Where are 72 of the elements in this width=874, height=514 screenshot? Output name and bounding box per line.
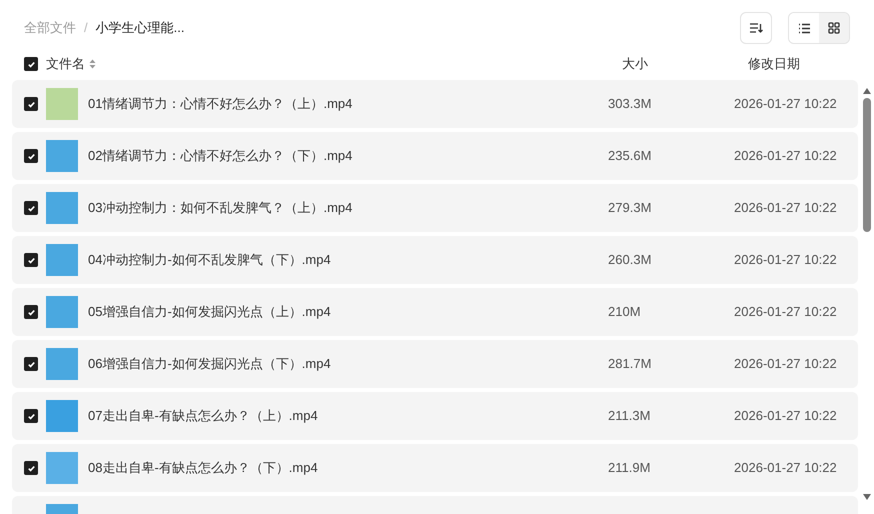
check-icon — [26, 412, 36, 420]
sort-icon — [749, 22, 763, 34]
checkbox[interactable] — [24, 357, 38, 371]
file-row[interactable]: 01情绪调节力：心情不好怎么办？（上）.mp4 303.3M 2026-01-27 10:22 — [12, 80, 858, 128]
video-thumbnail — [46, 348, 78, 380]
file-row[interactable]: 03冲动控制力：如何不乱发脾气？（上）.mp4 279.3M 2026-01-27 10:22 — [12, 184, 858, 232]
sort-button[interactable] — [740, 12, 772, 44]
scrollbar-thumb[interactable] — [863, 98, 872, 232]
checkbox[interactable] — [24, 149, 38, 163]
video-thumbnail — [46, 400, 78, 432]
check-icon — [26, 152, 36, 160]
file-name[interactable]: 07走出自卑-有缺点怎么办？（上）.mp4 — [88, 406, 318, 426]
modified-date: 2026-01-27 10:22 — [734, 459, 838, 478]
list-icon — [798, 22, 810, 34]
check-icon — [26, 256, 36, 264]
grid-icon — [828, 22, 840, 34]
video-thumbnail — [46, 88, 78, 120]
check-icon — [26, 360, 36, 368]
file-row[interactable]: 02情绪调节力：心情不好怎么办？（下）.mp4 235.6M 2026-01-27 10:22 — [12, 132, 858, 180]
modified-date: 2026-01-27 10:22 — [734, 147, 838, 166]
file-name[interactable]: 03冲动控制力：如何不乱发脾气？（上）.mp4 — [88, 198, 352, 218]
column-header[interactable]: 文件名 — [46, 54, 85, 74]
file-size: 211.9M — [608, 459, 652, 478]
check-icon — [26, 204, 36, 212]
check-icon — [26, 464, 36, 472]
checkbox[interactable] — [24, 57, 38, 71]
video-thumbnail — [46, 140, 78, 172]
file-size: 235.6M — [608, 147, 652, 166]
file-row[interactable]: 07走出自卑-有缺点怎么办？（上）.mp4 211.3M 2026-01-27 10:22 — [12, 392, 858, 440]
checkbox[interactable] — [24, 409, 38, 423]
scroll-down-icon — [863, 494, 872, 500]
file-size: 303.3M — [608, 95, 652, 114]
checkbox[interactable] — [24, 305, 38, 319]
video-thumbnail — [46, 244, 78, 276]
check-icon — [26, 60, 36, 68]
file-name[interactable]: 01情绪调节力：心情不好怎么办？（上）.mp4 — [88, 94, 352, 114]
modified-date: 2026-01-27 10:22 — [734, 303, 838, 322]
scroll-up-icon — [863, 88, 872, 94]
file-name[interactable]: 04冲动控制力-如何不乱发脾气（下）.mp4 — [88, 250, 331, 270]
video-thumbnail — [46, 452, 78, 484]
checkbox[interactable] — [24, 201, 38, 215]
file-row[interactable]: 06增强自信力-如何发掘闪光点（下）.mp4 281.7M 2026-01-27 10:22 — [12, 340, 858, 388]
video-thumbnail — [46, 192, 78, 224]
file-row[interactable]: 08走出自卑-有缺点怎么办？（下）.mp4 211.9M 2026-01-27 10:22 — [12, 444, 858, 492]
modified-date: 2026-01-27 10:22 — [734, 95, 838, 114]
file-name[interactable]: 06增强自信力-如何发掘闪光点（下）.mp4 — [88, 354, 331, 374]
file-name[interactable]: 02情绪调节力：心情不好怎么办？（下）.mp4 — [88, 146, 352, 166]
file-size: 279.3M — [608, 199, 652, 218]
check-icon — [26, 100, 36, 108]
grid-view-button[interactable] — [819, 13, 849, 43]
file-size: 260.3M — [608, 251, 652, 270]
sort-arrows-icon — [89, 59, 96, 69]
checkbox[interactable] — [24, 461, 38, 475]
breadcrumb-separator: / — [84, 19, 88, 38]
checkbox[interactable] — [24, 97, 38, 111]
file-name[interactable]: 05增强自信力-如何发掘闪光点（上）.mp4 — [88, 302, 331, 322]
column-header[interactable]: 修改日期 — [748, 54, 874, 74]
modified-date: 2026-01-27 10:22 — [734, 355, 838, 374]
file-row[interactable]: 05增强自信力-如何发掘闪光点（上）.mp4 210M 2026-01-27 10:22 — [12, 288, 858, 336]
file-size: 211.3M — [608, 407, 652, 426]
video-thumbnail — [46, 296, 78, 328]
file-size: 210M — [608, 303, 642, 322]
file-row[interactable]: 04冲动控制力-如何不乱发脾气（下）.mp4 260.3M 2026-01-27 10:22 — [12, 236, 858, 284]
file-size: 281.7M — [608, 355, 652, 374]
modified-date: 2026-01-27 10:22 — [734, 251, 838, 270]
check-icon — [26, 308, 36, 316]
modified-date: 2026-01-27 10:22 — [734, 199, 838, 218]
column-header[interactable]: 大小 — [622, 54, 748, 74]
file-name[interactable]: 08走出自卑-有缺点怎么办？（下）.mp4 — [88, 458, 318, 478]
breadcrumb-item: 小学生心理能... — [96, 19, 184, 38]
checkbox[interactable] — [24, 253, 38, 267]
modified-date: 2026-01-27 10:22 — [734, 407, 838, 426]
